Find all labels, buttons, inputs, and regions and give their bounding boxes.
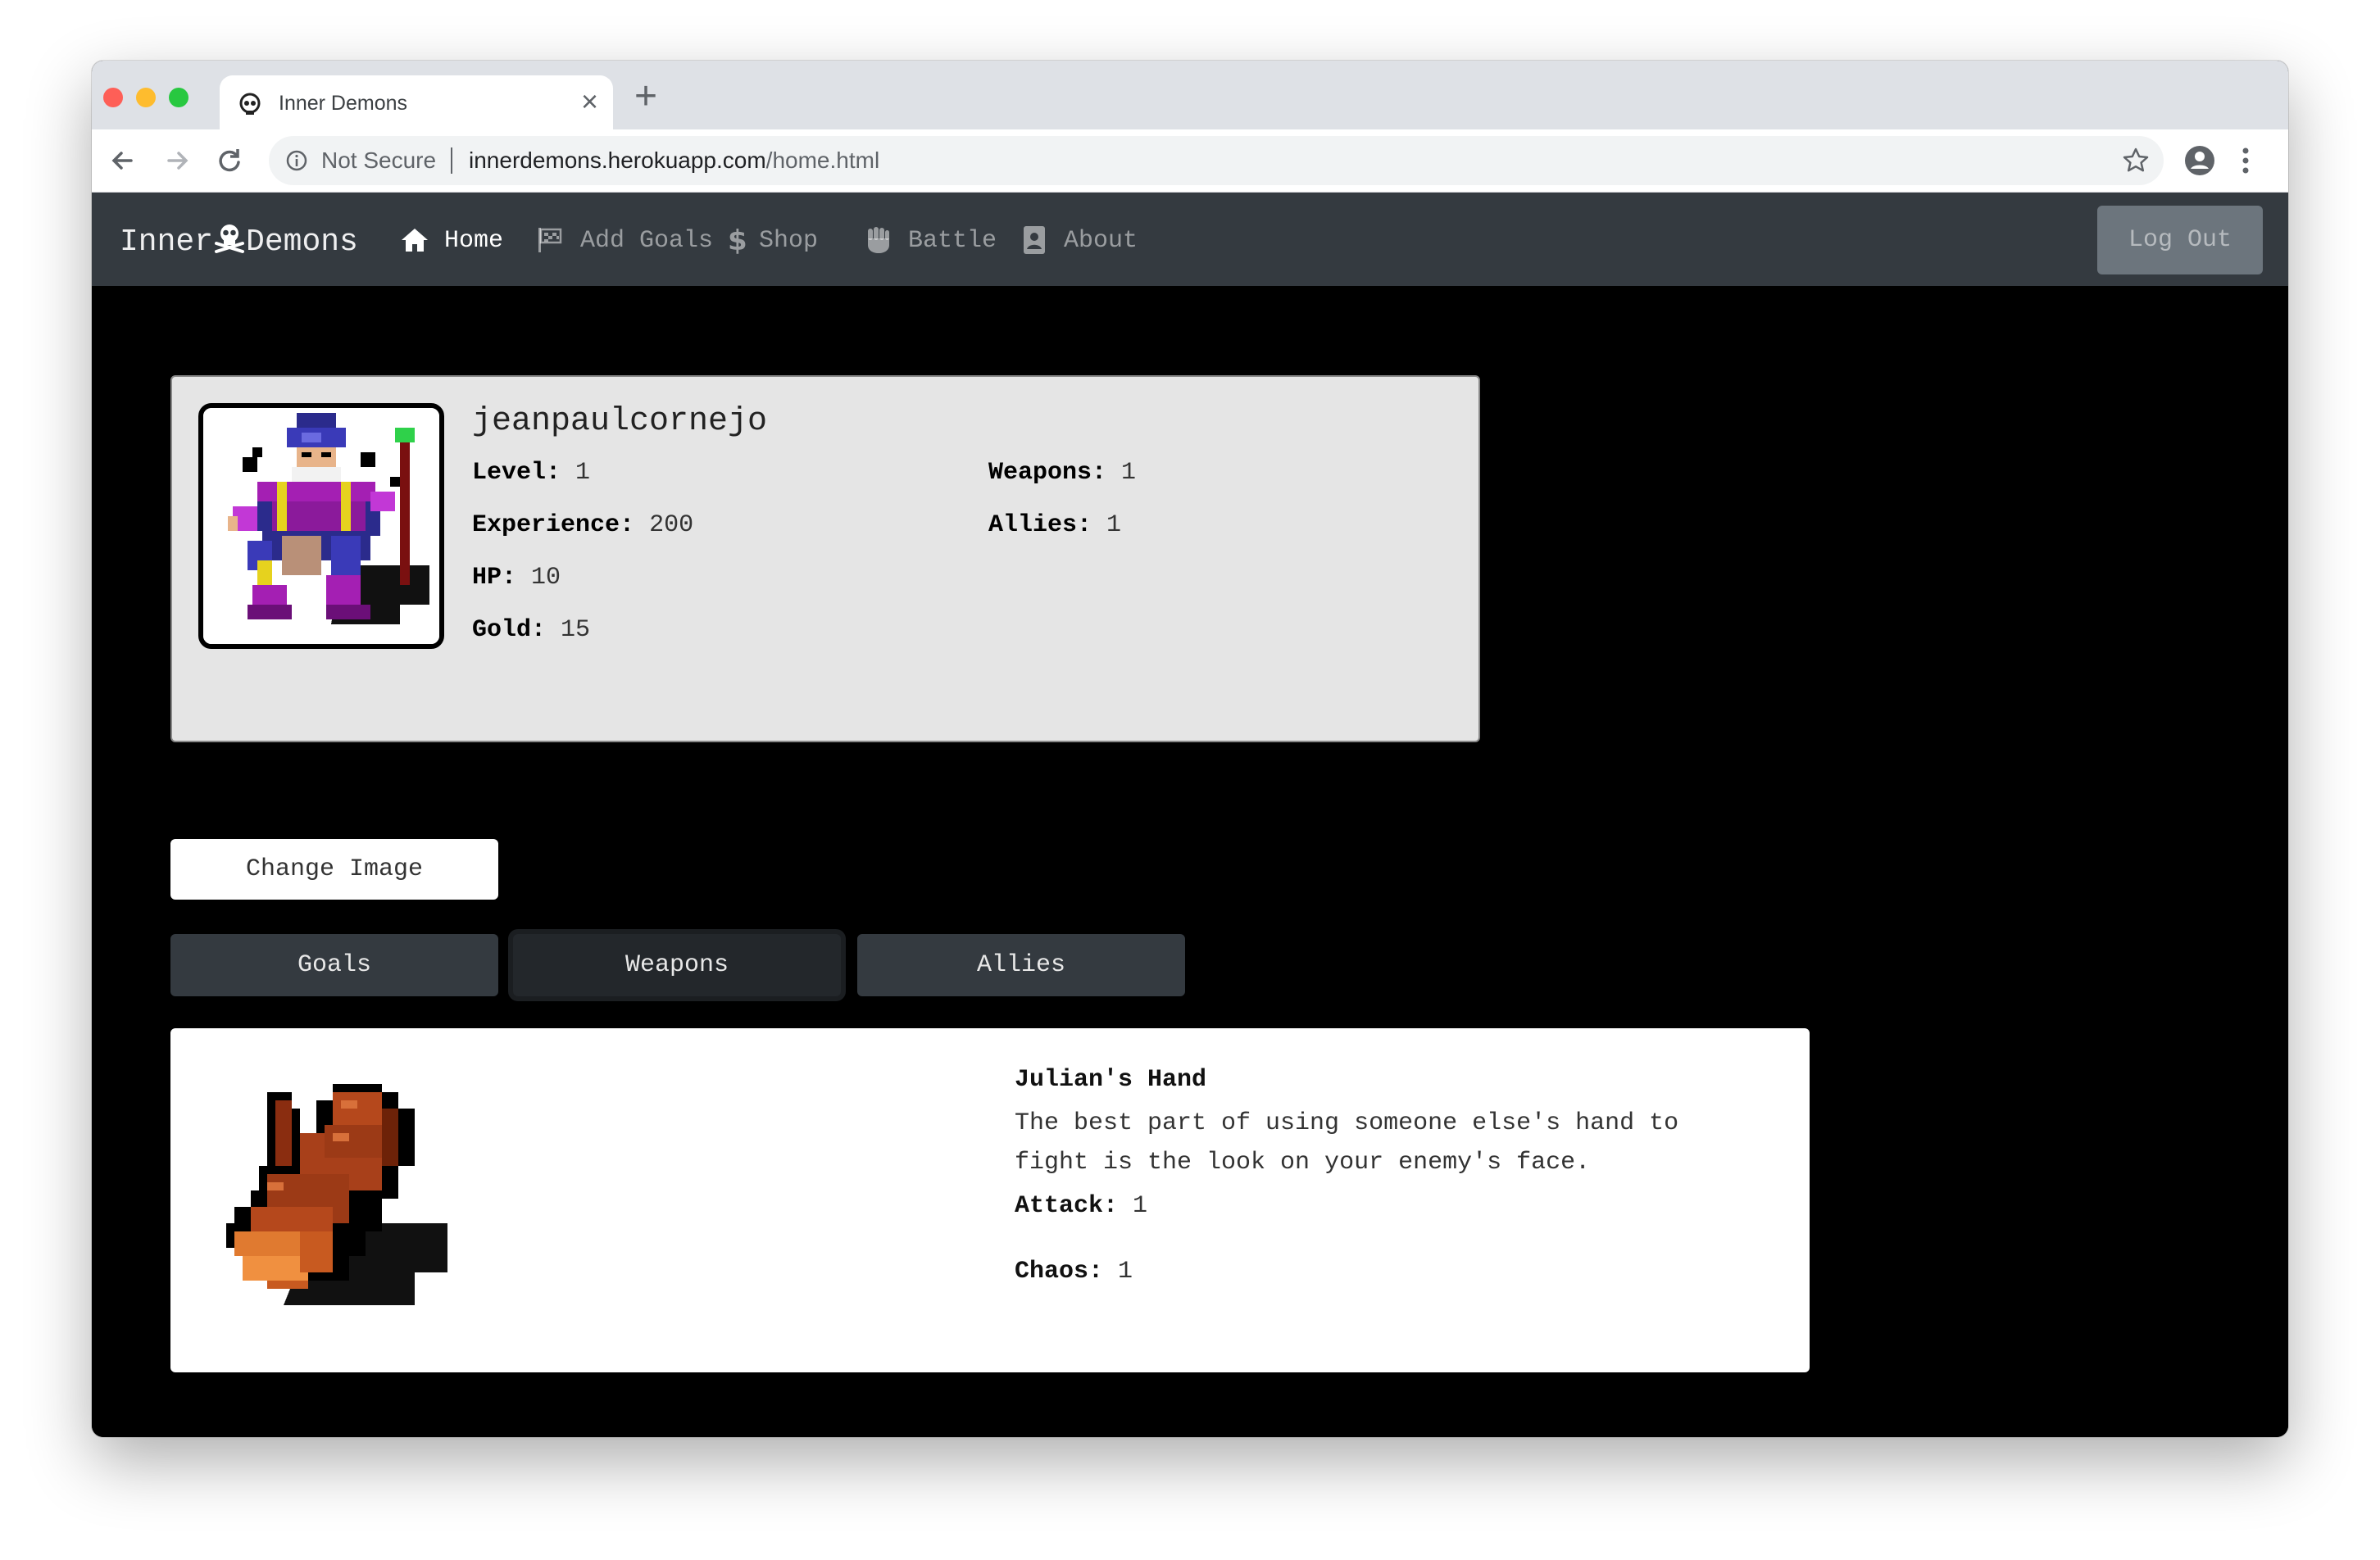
stat-weapons-value: 1 xyxy=(1121,459,1137,487)
reload-icon[interactable] xyxy=(210,141,249,180)
url-text[interactable]: innerdemons.herokuapp.com/home.html xyxy=(469,147,879,174)
svg-text:$: $ xyxy=(728,224,747,256)
forward-arrow-icon[interactable] xyxy=(157,141,197,180)
close-window-button[interactable] xyxy=(103,88,123,107)
tab-title: Inner Demons xyxy=(279,92,408,115)
flag-icon xyxy=(538,228,562,252)
more-menu-icon[interactable] xyxy=(2239,144,2252,177)
profile-card: jeanpaulcornejo Level: 1 Experience: 200… xyxy=(170,375,1480,742)
gauntlet-weapon-image xyxy=(226,1084,447,1305)
stat-gold-value: 15 xyxy=(561,616,591,644)
maximize-window-button[interactable] xyxy=(169,88,188,107)
nav-add-goals-label: Add Goals xyxy=(580,227,714,255)
new-tab-button[interactable]: + xyxy=(634,77,657,116)
weapon-attack-value: 1 xyxy=(1133,1192,1148,1220)
browser-window: Inner Demons × + Not Secure innerdemons.… xyxy=(92,61,2288,1437)
stat-weapons-label: Weapons: xyxy=(988,459,1107,487)
skull-crossbones-icon xyxy=(215,224,245,253)
stat-experience-label: Experience: xyxy=(472,511,635,539)
tab-weapons[interactable]: Weapons xyxy=(513,934,841,996)
fist-icon xyxy=(868,227,889,253)
avatar xyxy=(198,403,444,649)
bookmark-star-icon[interactable] xyxy=(2121,146,2151,175)
stat-level: Level: 1 xyxy=(472,459,590,487)
nav-shop-label: Shop xyxy=(759,227,819,255)
tab-allies[interactable]: Allies xyxy=(857,934,1185,996)
browser-toolbar: Not Secure innerdemons.herokuapp.com/hom… xyxy=(92,129,2288,193)
stat-experience: Experience: 200 xyxy=(472,511,693,539)
weapon-chaos: Chaos: 1 xyxy=(1015,1258,1133,1286)
weapon-description: The best part of using someone else's ha… xyxy=(1015,1109,1679,1177)
weapon-chaos-value: 1 xyxy=(1118,1258,1133,1286)
tab-goals[interactable]: Goals xyxy=(170,934,498,996)
minimize-window-button[interactable] xyxy=(136,88,156,107)
stat-weapons: Weapons: 1 xyxy=(988,459,1136,487)
stat-allies-label: Allies: xyxy=(988,511,1092,539)
tab-strip: Inner Demons × + xyxy=(92,61,2288,129)
weapon-name: Julian's Hand xyxy=(1015,1066,1207,1094)
stat-allies: Allies: 1 xyxy=(988,511,1121,539)
username: jeanpaulcornejo xyxy=(472,403,768,440)
brand-left: Inner xyxy=(120,224,214,260)
change-image-button[interactable]: Change Image xyxy=(170,839,498,900)
address-separator xyxy=(451,147,452,174)
logout-button[interactable]: Log Out xyxy=(2097,206,2263,274)
brand-right: Demons xyxy=(246,224,358,260)
nav-home-label: Home xyxy=(444,227,504,255)
stat-gold: Gold: 15 xyxy=(472,616,590,644)
weapon-chaos-label: Chaos: xyxy=(1015,1258,1104,1286)
id-badge-icon xyxy=(1024,226,1045,254)
brand-logo[interactable]: Inner Demons xyxy=(120,222,358,260)
nav-battle-label: Battle xyxy=(908,227,997,255)
close-tab-icon[interactable]: × xyxy=(581,87,598,116)
stat-allies-value: 1 xyxy=(1106,511,1122,539)
weapon-card: Julian's Hand The best part of using som… xyxy=(170,1028,1810,1372)
page-content: Inner Demons Home Add Goals $ Shop Battl… xyxy=(92,193,2288,1437)
url-domain: innerdemons.herokuapp.com xyxy=(469,147,766,173)
wizard-sprite-image xyxy=(203,408,439,644)
back-arrow-icon[interactable] xyxy=(103,141,143,180)
stat-level-value: 1 xyxy=(575,459,591,487)
home-icon xyxy=(402,229,428,252)
address-bar[interactable]: Not Secure innerdemons.herokuapp.com/hom… xyxy=(269,136,2164,185)
weapon-attack-label: Attack: xyxy=(1015,1192,1119,1220)
dollar-icon: $ xyxy=(728,224,747,256)
stat-level-label: Level: xyxy=(472,459,561,487)
stat-hp: HP: 10 xyxy=(472,564,561,592)
url-path: /home.html xyxy=(765,147,880,173)
stat-gold-label: Gold: xyxy=(472,616,547,644)
stat-hp-value: 10 xyxy=(531,564,561,592)
stat-hp-label: HP: xyxy=(472,564,517,592)
browser-tab[interactable]: Inner Demons × xyxy=(220,75,613,129)
account-icon[interactable] xyxy=(2183,144,2216,177)
not-secure-label: Not Secure xyxy=(321,147,437,173)
stat-experience-value: 200 xyxy=(649,511,694,539)
app-navbar: Inner Demons Home Add Goals $ Shop Battl… xyxy=(92,193,2288,286)
weapon-attack: Attack: 1 xyxy=(1015,1192,1147,1220)
skull-icon xyxy=(239,93,261,115)
info-icon[interactable] xyxy=(285,149,308,172)
nav-about-label: About xyxy=(1064,227,1138,255)
